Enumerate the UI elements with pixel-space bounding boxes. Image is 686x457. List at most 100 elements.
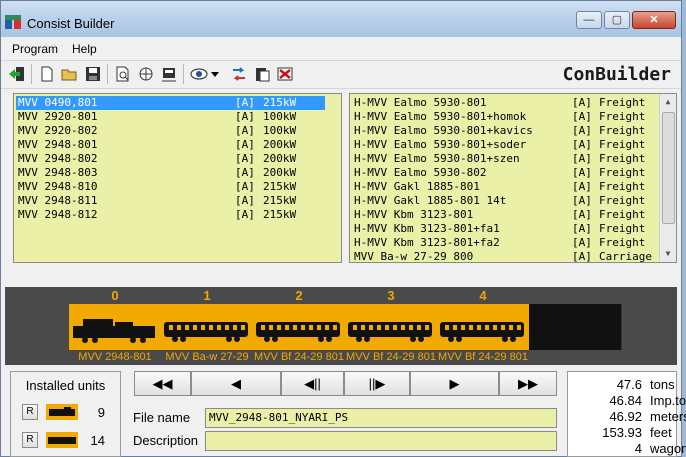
- installed-units-panel: Installed units R 9 R 14: [10, 371, 121, 457]
- wagon-type: Freight: [599, 236, 646, 249]
- engine-row[interactable]: MVV 2920-801 [A] 100kW: [16, 110, 325, 124]
- scroll-up-icon[interactable]: ▲: [660, 94, 676, 110]
- engine-row[interactable]: MVV 2948-803 [A] 200kW: [16, 166, 325, 180]
- engine-name: MVV 2948-810: [18, 180, 98, 193]
- preview-button[interactable]: [113, 64, 133, 84]
- wagon-row[interactable]: H-MVV Ealmo 5930-801+kavics [A] Freight: [352, 124, 658, 138]
- description-field[interactable]: [205, 431, 557, 451]
- engine-row[interactable]: MVV 2948-801 [A] 200kW: [16, 138, 325, 152]
- new-button[interactable]: [37, 64, 57, 84]
- view-button[interactable]: [189, 64, 209, 84]
- locomotive-icon: [46, 404, 78, 420]
- engine-row[interactable]: MVV 2948-810 [A] 215kW: [16, 180, 325, 194]
- wagons-scrollbar[interactable]: ▲ ▼: [659, 94, 676, 262]
- stat-row: 47.6 tons: [572, 377, 675, 393]
- engine-tag: [A]: [235, 194, 255, 207]
- engine-tag: [A]: [235, 180, 255, 193]
- app-icon: [5, 15, 21, 29]
- engine-tag: [A]: [235, 208, 255, 221]
- wagon-type: Freight: [599, 138, 646, 151]
- consist-coach[interactable]: [345, 304, 438, 350]
- train-icon: [162, 68, 176, 82]
- open-button[interactable]: [60, 64, 80, 84]
- engine-row[interactable]: MVV 2920-802 [A] 100kW: [16, 124, 325, 138]
- train-button[interactable]: [159, 64, 179, 84]
- minimize-button[interactable]: —: [576, 11, 602, 29]
- wagon-tag: [A]: [572, 208, 592, 221]
- wagon-name: H-MVV Ealmo 5930-801: [354, 96, 487, 109]
- nav-next-step-button[interactable]: ||▶: [344, 371, 410, 396]
- consist-coach[interactable]: [437, 304, 530, 350]
- exit-button[interactable]: [7, 64, 27, 84]
- save-button[interactable]: [83, 64, 103, 84]
- consist-label: MVV Bf 24-29 801: [438, 351, 528, 363]
- wagon-row[interactable]: H-MVV Ealmo 5930-802 [A] Freight: [352, 166, 658, 180]
- engine-power: 200kW: [263, 138, 297, 151]
- engines-refresh-button[interactable]: R: [22, 404, 38, 420]
- engine-row[interactable]: MVV 2948-811 [A] 215kW: [16, 194, 325, 208]
- app-window: Consist Builder — ▢ ✕ Program Help ConBu…: [0, 0, 686, 457]
- consist-coach[interactable]: [253, 304, 346, 350]
- engine-name: MVV 2948-812: [18, 208, 98, 221]
- wagon-row[interactable]: H-MVV Ealmo 5930-801 [A] Freight: [352, 96, 658, 110]
- consist-locomotive[interactable]: [69, 304, 162, 350]
- consist-strip: 0 MVV 2948-801 1 MVV Ba-w 27-29 2 MVV Bf 24-2…: [5, 287, 677, 365]
- wagon-row[interactable]: H-MVV Ealmo 5930-801+soder [A] Freight: [352, 138, 658, 152]
- wagon-tag: [A]: [572, 96, 592, 109]
- menu-program[interactable]: Program: [12, 42, 58, 56]
- menu-help[interactable]: Help: [72, 42, 97, 56]
- engine-tag: [A]: [235, 110, 255, 123]
- nav-prev-button[interactable]: ◀: [191, 371, 281, 396]
- delete-x-icon: [277, 67, 293, 81]
- wagons-list[interactable]: MVV Ba-w 27-29 800 [A] Carriage H-MVV Kbm 3…: [349, 93, 677, 263]
- wagon-row[interactable]: H-MVV Kbm 3123-801+fa1 [A] Freight: [352, 222, 658, 236]
- nav-first-button[interactable]: ◀◀: [134, 371, 191, 396]
- engine-tag: [A]: [235, 138, 255, 151]
- nav-last-button[interactable]: ▶▶: [499, 371, 557, 396]
- view-dropdown[interactable]: [209, 64, 221, 84]
- wagon-row[interactable]: H-MVV Kbm 3123-801 [A] Freight: [352, 208, 658, 222]
- engine-power: 215kW: [263, 194, 297, 207]
- engine-row[interactable]: MVV 0490,801 [A] 215kW: [16, 96, 325, 110]
- title-bar: Consist Builder — ▢ ✕: [1, 1, 681, 37]
- paste-button[interactable]: [252, 64, 272, 84]
- engines-list[interactable]: MVV 0490,801 [A] 215kW MVV 2920-801 [A] 100kW…: [13, 93, 342, 263]
- consist-label: MVV Bf 24-29 801: [346, 351, 436, 363]
- wagon-row[interactable]: H-MVV Gakl 1885-801 [A] Freight: [352, 180, 658, 194]
- wagon-row[interactable]: H-MVV Ealmo 5930-801+homok [A] Freight: [352, 110, 658, 124]
- menu-bar: Program Help: [1, 39, 681, 59]
- description-label: Description: [133, 433, 199, 448]
- consist-coach[interactable]: [161, 304, 254, 350]
- maximize-button[interactable]: ▢: [604, 11, 630, 29]
- wagon-type: Freight: [599, 208, 646, 221]
- wagon-row[interactable]: MVV Ba-w 27-29 800 [A] Carriage: [352, 250, 658, 262]
- wagon-row[interactable]: H-MVV Kbm 3123-801+fa2 [A] Freight: [352, 236, 658, 250]
- new-file-icon: [41, 66, 53, 82]
- engines-count: 9: [97, 405, 105, 420]
- scroll-down-icon[interactable]: ▼: [660, 246, 676, 262]
- engine-row[interactable]: MVV 2948-812 [A] 215kW: [16, 208, 325, 222]
- wagon-name: H-MVV Kbm 3123-801+fa2: [354, 236, 500, 249]
- wagon-tag: [A]: [572, 110, 592, 123]
- stat-row: 4 wagons: [572, 441, 686, 457]
- nav-next-button[interactable]: ▶: [410, 371, 499, 396]
- engine-power: 215kW: [263, 180, 297, 193]
- wagon-type: Freight: [599, 194, 646, 207]
- engine-row[interactable]: MVV 2948-802 [A] 200kW: [16, 152, 325, 166]
- wagon-row[interactable]: H-MVV Gakl 1885-801 14t [A] Freight: [352, 194, 658, 208]
- scroll-thumb[interactable]: [662, 112, 675, 224]
- close-button[interactable]: ✕: [632, 11, 676, 29]
- consist-empty-slot[interactable]: [529, 304, 622, 350]
- wagon-type: Freight: [599, 124, 646, 137]
- check-button[interactable]: [136, 64, 156, 84]
- wagons-refresh-button[interactable]: R: [22, 432, 38, 448]
- wagons-count: 14: [90, 433, 105, 448]
- stat-value: 46.92: [609, 409, 642, 424]
- swap-button[interactable]: [229, 64, 249, 84]
- engine-name: MVV 2948-802: [18, 152, 98, 165]
- nav-prev-step-button[interactable]: ◀||: [281, 371, 344, 396]
- stat-row: 46.84 Imp.ton: [572, 393, 686, 409]
- delete-button[interactable]: [275, 64, 295, 84]
- wagon-row[interactable]: H-MVV Ealmo 5930-801+szen [A] Freight: [352, 152, 658, 166]
- file-name-field[interactable]: MVV_2948-801_NYARI_PS: [205, 408, 557, 428]
